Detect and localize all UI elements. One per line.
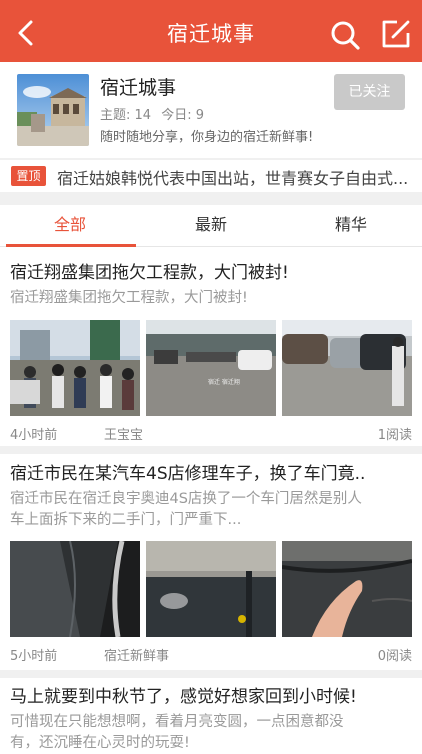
post-image[interactable]: 宿迁 宿迁翔	[146, 320, 276, 416]
tab-indicator	[6, 244, 136, 247]
post-excerpt-line: 有，还沉睡在心灵时的玩耍!	[10, 735, 190, 751]
post-reads: 0阅读	[377, 649, 412, 664]
pinned-post[interactable]: 置顶 宿迁姑娘韩悦代表中国出站，世青赛女子自由式...	[0, 160, 422, 192]
post-author[interactable]: 宿迁新鲜事	[104, 645, 169, 664]
post-images: 宿迁 宿迁翔	[10, 320, 412, 416]
post-author[interactable]: 王宝宝	[104, 424, 143, 443]
list-item[interactable]: 马上就要到中秋节了，感觉好想家回到小时候! 可惜现在只能想想啊，看着月亮变圆，一…	[0, 682, 422, 751]
app-bar: 宿迁城事	[0, 0, 422, 62]
divider	[0, 670, 422, 678]
divider	[0, 192, 422, 205]
topics-count: 主题: 14	[100, 108, 152, 123]
board-info: 宿迁城事 主题: 14 今日: 9 随时随地分享，你身边的宿迁新鲜事! 已关注	[0, 62, 422, 158]
board-description: 随时随地分享，你身边的宿迁新鲜事!	[100, 130, 314, 145]
post-excerpt-line: 车上面拆下来的二手门，门严重下...	[10, 512, 242, 528]
post-images	[10, 541, 412, 637]
post-image[interactable]	[146, 541, 276, 637]
search-icon[interactable]	[329, 19, 361, 51]
follow-button[interactable]: 已关注	[334, 74, 405, 110]
compose-icon[interactable]	[380, 18, 412, 50]
post-title: 宿迁翔盛集团拖欠工程款，大门被封!	[10, 263, 289, 283]
post-excerpt: 宿迁翔盛集团拖欠工程款，大门被封!	[10, 290, 248, 306]
image-watermark: 宿迁 宿迁翔	[208, 378, 240, 386]
pinned-title: 宿迁姑娘韩悦代表中国出站，世青赛女子自由式...	[57, 169, 409, 188]
board-thumbnail	[17, 74, 89, 146]
divider	[0, 446, 422, 454]
post-image[interactable]	[282, 541, 412, 637]
post-image[interactable]	[10, 320, 140, 416]
tab-featured[interactable]: 精华	[281, 205, 421, 247]
post-title: 宿迁市民在某汽车4S店修理车子，换了车门竟..	[10, 464, 366, 484]
board-name: 宿迁城事	[100, 77, 177, 99]
post-image[interactable]	[282, 320, 412, 416]
tab-latest[interactable]: 最新	[141, 205, 281, 247]
list-item[interactable]: 宿迁市民在某汽车4S店修理车子，换了车门竟.. 宿迁市民在宿迁良宇奥迪4S店换了…	[0, 459, 422, 671]
pinned-tag: 置顶	[11, 166, 46, 186]
post-excerpt-line: 宿迁市民在宿迁良宇奥迪4S店换了一个车门居然是别人	[10, 491, 362, 507]
tab-bar: 全部 最新 精华	[0, 205, 422, 247]
post-reads: 1阅读	[377, 428, 412, 443]
post-time: 4小时前	[10, 428, 58, 443]
post-image[interactable]	[10, 541, 140, 637]
tab-all[interactable]: 全部	[0, 205, 140, 247]
board-stats: 主题: 14 今日: 9	[100, 104, 210, 123]
today-count: 今日: 9	[161, 108, 204, 123]
post-title: 马上就要到中秋节了，感觉好想家回到小时候!	[10, 687, 357, 707]
post-excerpt-line: 可惜现在只能想想啊，看着月亮变圆，一点困意都没	[10, 714, 344, 730]
list-item[interactable]: 宿迁翔盛集团拖欠工程款，大门被封! 宿迁翔盛集团拖欠工程款，大门被封! 宿迁 宿…	[0, 258, 422, 450]
post-time: 5小时前	[10, 649, 58, 664]
